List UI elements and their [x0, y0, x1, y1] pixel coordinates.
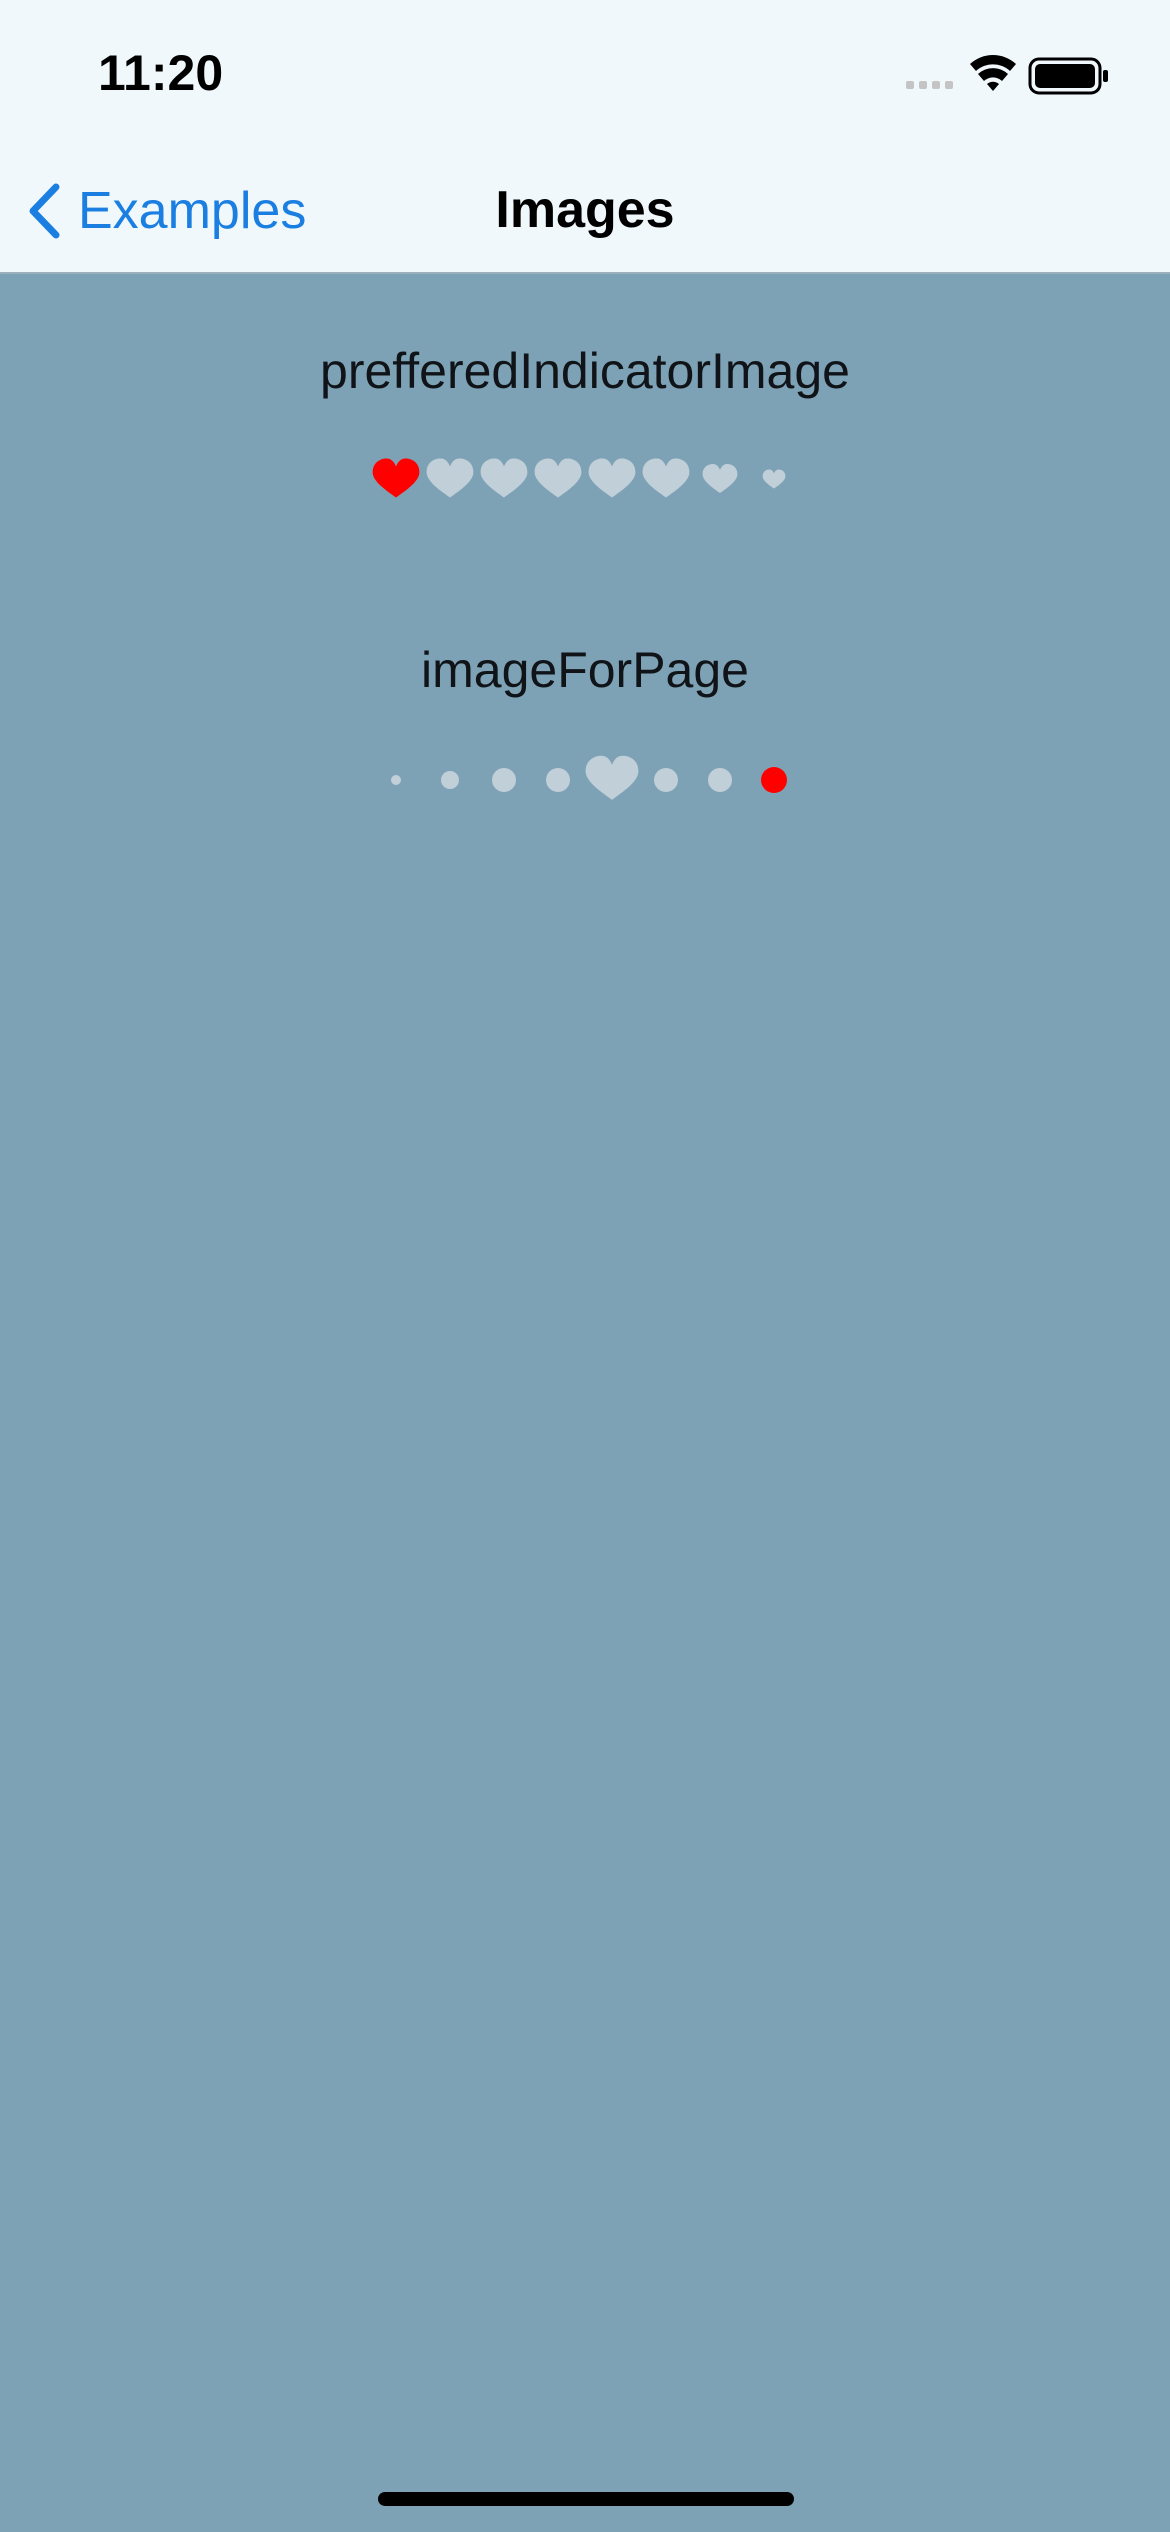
- page-title: Images: [495, 181, 675, 239]
- section-title-preferred-indicator: prefferedIndicatorImage: [320, 343, 850, 399]
- page-indicator-1-heart-icon[interactable]: [372, 458, 420, 498]
- page-indicator-6-heart-icon[interactable]: [642, 458, 690, 498]
- page-indicator-8-dot-icon[interactable]: [761, 767, 787, 793]
- page-indicator-2-dot-icon[interactable]: [441, 771, 459, 789]
- page-indicator-4-heart-icon[interactable]: [534, 458, 582, 498]
- page-control-image-for-page[interactable]: [0, 745, 1170, 815]
- page-indicator-3-heart-icon[interactable]: [480, 458, 528, 498]
- page-indicator-5-heart-icon[interactable]: [585, 755, 639, 800]
- page-indicator-6-dot-icon[interactable]: [654, 768, 678, 792]
- battery-icon: [1028, 57, 1108, 95]
- status-bar: 11:20: [0, 0, 1170, 150]
- page-indicator-2-heart-icon[interactable]: [426, 458, 474, 498]
- page-indicator-7-dot-icon[interactable]: [708, 768, 732, 792]
- page-indicator-3-dot-icon[interactable]: [492, 768, 516, 792]
- home-indicator: [378, 2492, 794, 2506]
- cellular-signal-icon: [906, 81, 953, 89]
- status-icons: [906, 55, 1108, 95]
- page-indicator-8-heart-icon[interactable]: [762, 469, 786, 489]
- navigation-bar: Examples Images: [0, 150, 1170, 274]
- page-indicator-1-dot-icon[interactable]: [391, 775, 401, 785]
- wifi-icon: [970, 55, 1016, 91]
- page-indicator-5-heart-icon[interactable]: [588, 458, 636, 498]
- page-indicator-7-heart-icon[interactable]: [702, 464, 738, 494]
- page-indicator-4-dot-icon[interactable]: [546, 768, 570, 792]
- page-control-preferred-indicator[interactable]: [0, 445, 1170, 515]
- section-title-image-for-page: imageForPage: [421, 642, 749, 698]
- status-time: 11:20: [98, 45, 224, 101]
